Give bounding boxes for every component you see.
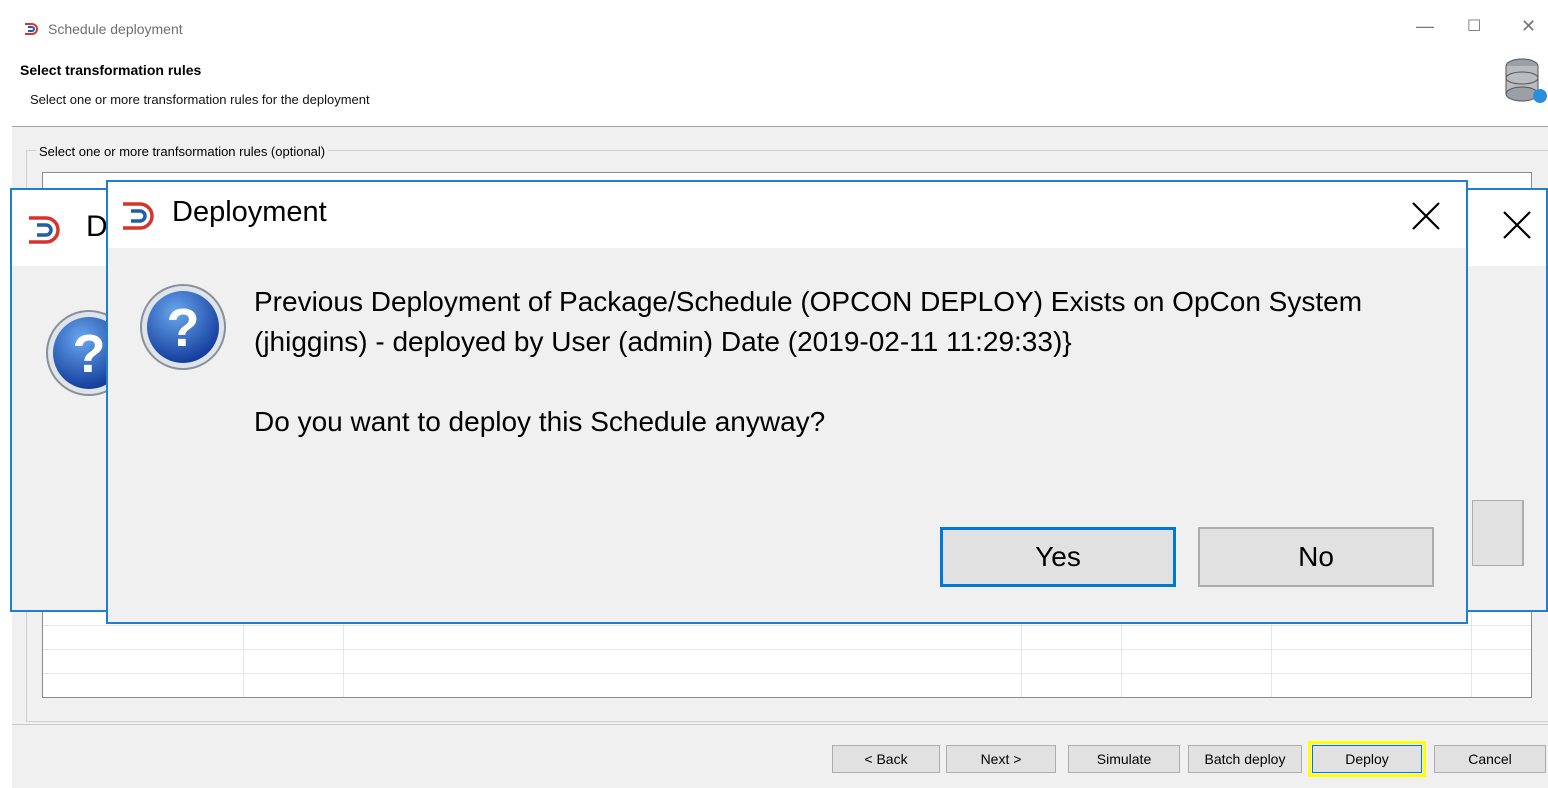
table-row-divider: [43, 649, 1531, 650]
svg-text:?: ?: [167, 298, 200, 358]
dialog-message: Previous Deployment of Package/Schedule …: [254, 286, 1363, 357]
app-logo-icon: [120, 200, 162, 237]
table-row-divider: [43, 673, 1531, 674]
wizard-titlebar: Schedule deployment — ☐ ✕: [12, 8, 1548, 48]
yes-button[interactable]: Yes: [940, 527, 1176, 587]
dialog-title: Deployment: [172, 196, 327, 228]
app-logo-icon: [26, 214, 68, 251]
wizard-header: Select transformation rules Select one o…: [12, 48, 1548, 127]
svg-text:?: ?: [73, 324, 106, 384]
table-column-divider: [1471, 603, 1472, 697]
button-bar-separator: [12, 724, 1548, 725]
no-button[interactable]: No: [1198, 527, 1434, 587]
background-dialog-title: D: [86, 210, 108, 243]
batch-deploy-button[interactable]: Batch deploy: [1188, 745, 1302, 773]
minimize-icon[interactable]: —: [1416, 16, 1434, 37]
back-button[interactable]: < Back: [832, 745, 940, 773]
page-title: Select transformation rules: [20, 62, 202, 78]
question-icon: ?: [138, 282, 228, 377]
deployment-dialog: Deployment ? Previous Deployment of Pack…: [106, 180, 1468, 624]
close-icon[interactable]: ✕: [1521, 16, 1536, 37]
deploy-button[interactable]: Deploy: [1308, 741, 1426, 777]
database-icon: [1504, 56, 1548, 109]
window-title: Schedule deployment: [48, 21, 183, 37]
simulate-button[interactable]: Simulate: [1068, 745, 1180, 773]
maximize-icon[interactable]: ☐: [1467, 16, 1481, 36]
dialog-titlebar: Deployment: [108, 182, 1466, 248]
next-button[interactable]: Next >: [946, 745, 1056, 773]
app-logo-icon: [23, 22, 41, 41]
background-dialog-button[interactable]: [1472, 500, 1524, 566]
close-icon[interactable]: [1410, 200, 1442, 237]
cancel-button[interactable]: Cancel: [1434, 745, 1546, 773]
close-icon[interactable]: [1500, 208, 1534, 247]
rules-group-label: Select one or more tranfsormation rules …: [36, 144, 329, 159]
dialog-prompt: Do you want to deploy this Schedule anyw…: [254, 406, 826, 437]
table-row-divider: [43, 625, 1531, 626]
page-subtitle: Select one or more transformation rules …: [30, 92, 370, 107]
